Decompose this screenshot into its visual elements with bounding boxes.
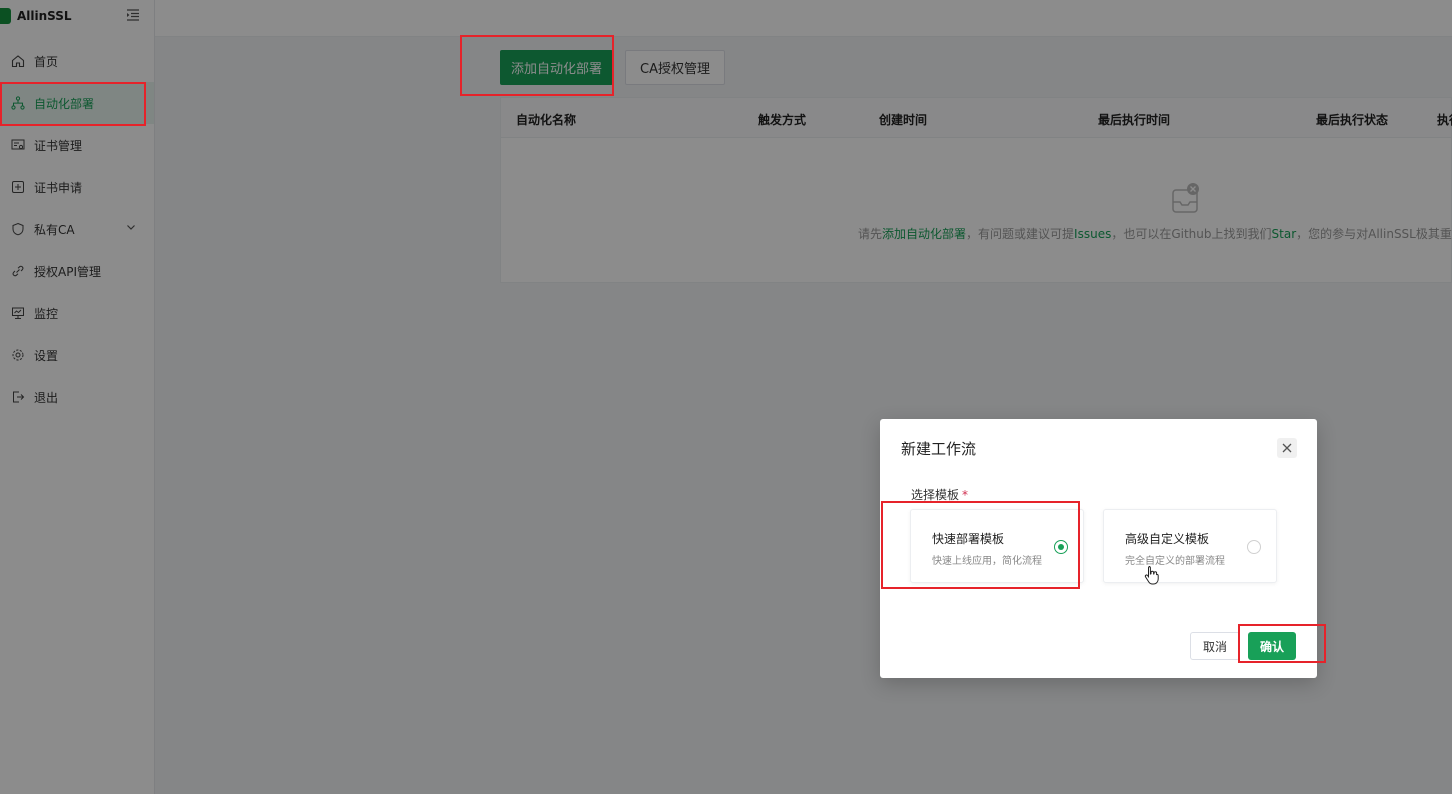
advanced-template-card[interactable]: 高级自定义模板 完全自定义的部署流程	[1103, 509, 1277, 583]
quick-deploy-template-card[interactable]: 快速部署模板 快速上线应用，简化流程	[910, 509, 1084, 583]
required-mark: *	[962, 488, 969, 502]
close-icon	[1282, 443, 1292, 453]
template-title: 高级自定义模板	[1125, 532, 1210, 546]
cancel-button[interactable]: 取消	[1189, 632, 1240, 660]
close-button[interactable]	[1277, 438, 1297, 458]
new-workflow-dialog: 新建工作流 选择模板 * 快速部署模板 快速上线应用，简化流程 高级自定义模板 完…	[880, 419, 1317, 678]
hand-cursor-icon	[1144, 566, 1159, 585]
template-radio[interactable]	[1247, 540, 1261, 554]
template-radio[interactable]	[1054, 540, 1068, 554]
dialog-footer: 取消 确认	[1189, 632, 1296, 660]
template-label-text: 选择模板	[911, 488, 960, 502]
dialog-title: 新建工作流	[901, 440, 977, 458]
template-desc: 完全自定义的部署流程	[1125, 556, 1225, 567]
template-desc: 快速上线应用，简化流程	[932, 556, 1042, 567]
confirm-button[interactable]: 确认	[1247, 632, 1296, 660]
template-title: 快速部署模板	[932, 532, 1005, 546]
template-field-label: 选择模板 *	[911, 486, 968, 503]
